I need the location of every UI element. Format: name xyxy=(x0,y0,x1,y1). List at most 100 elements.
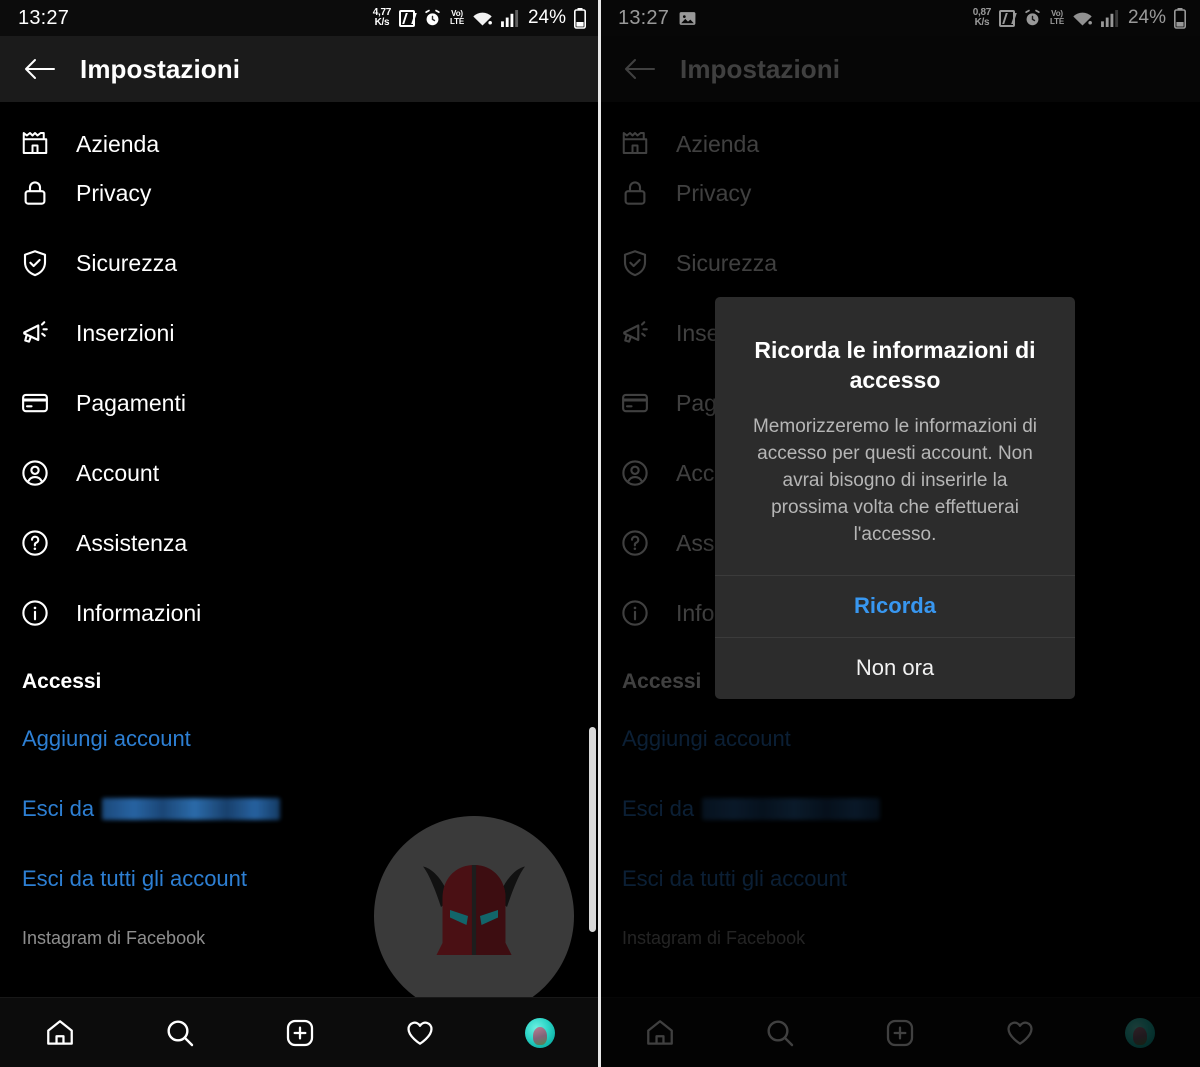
question-circle-icon xyxy=(20,528,64,558)
settings-item-label: Sicurezza xyxy=(76,249,177,276)
page-title: Impostazioni xyxy=(680,53,841,84)
bottom-nav-right xyxy=(600,997,1200,1067)
status-bar-left: 13:27 4,77 K/s Vo) LTE 24% xyxy=(0,0,600,36)
lock-icon xyxy=(20,178,64,208)
back-arrow-icon[interactable] xyxy=(618,47,662,91)
battery-icon xyxy=(1174,7,1186,29)
heart-icon xyxy=(984,1005,1056,1061)
settings-item-assistenza[interactable]: Assistenza xyxy=(0,508,600,578)
search-icon[interactable] xyxy=(144,1005,216,1061)
redacted-username xyxy=(702,798,881,820)
status-time: 13:27 xyxy=(618,6,670,29)
dialog-title: Ricorda le informazioni di accesso xyxy=(754,337,1036,394)
link-esci-da-account: Esci da xyxy=(600,774,1200,844)
settings-item-sicurezza: Sicurezza xyxy=(600,228,1200,298)
settings-item-label: Azienda xyxy=(676,131,760,157)
redacted-username xyxy=(102,798,281,820)
link-esci-da-tutti: Esci da tutti gli account xyxy=(600,844,1200,914)
heart-icon[interactable] xyxy=(384,1005,456,1061)
business-castle-icon xyxy=(20,128,64,158)
add-post-icon[interactable] xyxy=(264,1005,336,1061)
settings-item-privacy[interactable]: Privacy xyxy=(0,158,600,228)
network-speed-indicator: 4,77 K/s xyxy=(373,8,392,28)
add-post-icon xyxy=(864,1005,936,1061)
nfc-icon xyxy=(399,9,416,27)
settings-item-label: Sicurezza xyxy=(676,249,777,276)
megaphone-icon xyxy=(620,318,664,348)
link-label: Esci da tutti gli account xyxy=(22,866,248,891)
settings-scroll-area[interactable]: Azienda Privacy Sicurezza Inserzioni Pag… xyxy=(0,102,600,997)
credit-card-icon xyxy=(620,388,664,418)
volte-icon: Vo) LTE xyxy=(1050,10,1064,26)
settings-item-azienda[interactable]: Azienda xyxy=(0,102,600,158)
panel-divider xyxy=(598,0,601,1067)
volte-icon: Vo) LTE xyxy=(450,10,464,26)
business-castle-icon xyxy=(620,128,664,158)
person-circle-icon xyxy=(620,458,664,488)
app-header-left: Impostazioni xyxy=(0,36,600,102)
alarm-icon xyxy=(423,9,442,28)
megaphone-icon xyxy=(20,318,64,348)
link-aggiungi-account[interactable]: Aggiungi account xyxy=(0,704,600,774)
dialog-not-now-button[interactable]: Non ora xyxy=(715,636,1075,699)
battery-icon xyxy=(574,7,586,29)
avatar[interactable] xyxy=(504,1005,576,1061)
right-phone-screen: 13:27 0,87 K/s Vo) LTE 24% Impostazioni … xyxy=(600,0,1200,1067)
settings-item-label: Account xyxy=(76,459,160,486)
status-icons-left: 4,77 K/s Vo) LTE 24% xyxy=(373,7,586,29)
settings-item-informazioni[interactable]: Informazioni xyxy=(0,578,600,648)
settings-item-label: Inserzioni xyxy=(76,319,175,346)
settings-item-pagamenti[interactable]: Pagamenti xyxy=(0,368,600,438)
settings-item-sicurezza[interactable]: Sicurezza xyxy=(0,228,600,298)
cellular-signal-icon xyxy=(1101,9,1120,27)
info-circle-icon xyxy=(20,598,64,628)
dialog-message: Memorizzeremo le informazioni di accesso… xyxy=(752,415,1038,545)
left-phone-screen: 13:27 4,77 K/s Vo) LTE 24% Impostazioni … xyxy=(0,0,600,1067)
settings-item-label: Azienda xyxy=(76,131,160,157)
wifi-icon xyxy=(472,10,493,27)
link-label: Aggiungi account xyxy=(22,726,191,751)
settings-item-label: Privacy xyxy=(676,179,752,206)
section-title-accessi: Accessi xyxy=(22,670,102,693)
settings-item-privacy: Privacy xyxy=(600,158,1200,228)
dual-screenshot-comparison: 13:27 4,77 K/s Vo) LTE 24% Impostazioni … xyxy=(0,0,1200,1067)
back-arrow-icon[interactable] xyxy=(18,47,62,91)
home-icon xyxy=(624,1005,696,1061)
question-circle-icon xyxy=(620,528,664,558)
shield-check-icon xyxy=(620,248,664,278)
home-icon[interactable] xyxy=(24,1005,96,1061)
network-speed-unit: K/s xyxy=(974,17,990,28)
settings-item-label: Informazioni xyxy=(76,599,202,626)
dialog-remember-button[interactable]: Ricorda xyxy=(715,574,1075,637)
link-label: Aggiungi account xyxy=(622,726,791,751)
remember-login-dialog: Ricorda le informazioni di accesso Memor… xyxy=(715,297,1075,699)
status-time: 13:27 xyxy=(18,6,70,29)
page-title: Impostazioni xyxy=(80,53,241,84)
network-speed-unit: K/s xyxy=(374,17,390,28)
avatar xyxy=(1104,1005,1176,1061)
settings-item-label: Privacy xyxy=(76,179,152,206)
dialog-body: Ricorda le informazioni di accesso Memor… xyxy=(715,297,1075,575)
battery-percent: 24% xyxy=(1127,7,1166,28)
link-label: Esci da xyxy=(622,796,695,821)
settings-item-inserzioni[interactable]: Inserzioni xyxy=(0,298,600,368)
bottom-nav-left xyxy=(0,997,600,1067)
image-icon xyxy=(678,9,697,28)
footer-brand-note: Instagram di Facebook xyxy=(622,928,806,948)
vertical-scrollbar[interactable] xyxy=(589,727,596,932)
cellular-signal-icon xyxy=(501,9,520,27)
status-icons-right: 0,87 K/s Vo) LTE 24% xyxy=(973,7,1186,29)
settings-item-account[interactable]: Account xyxy=(0,438,600,508)
credit-card-icon xyxy=(20,388,64,418)
search-icon xyxy=(744,1005,816,1061)
settings-item-label: Assistenza xyxy=(76,529,188,556)
info-circle-icon xyxy=(620,598,664,628)
volte-bottom: LTE xyxy=(450,17,464,26)
link-aggiungi-account: Aggiungi account xyxy=(600,704,1200,774)
status-bar-right: 13:27 0,87 K/s Vo) LTE 24% xyxy=(600,0,1200,36)
link-label: Esci da xyxy=(22,796,95,821)
wifi-icon xyxy=(1072,10,1093,27)
shield-check-icon xyxy=(20,248,64,278)
horned-helmet-logo xyxy=(374,816,574,997)
link-label: Esci da tutti gli account xyxy=(622,866,848,891)
